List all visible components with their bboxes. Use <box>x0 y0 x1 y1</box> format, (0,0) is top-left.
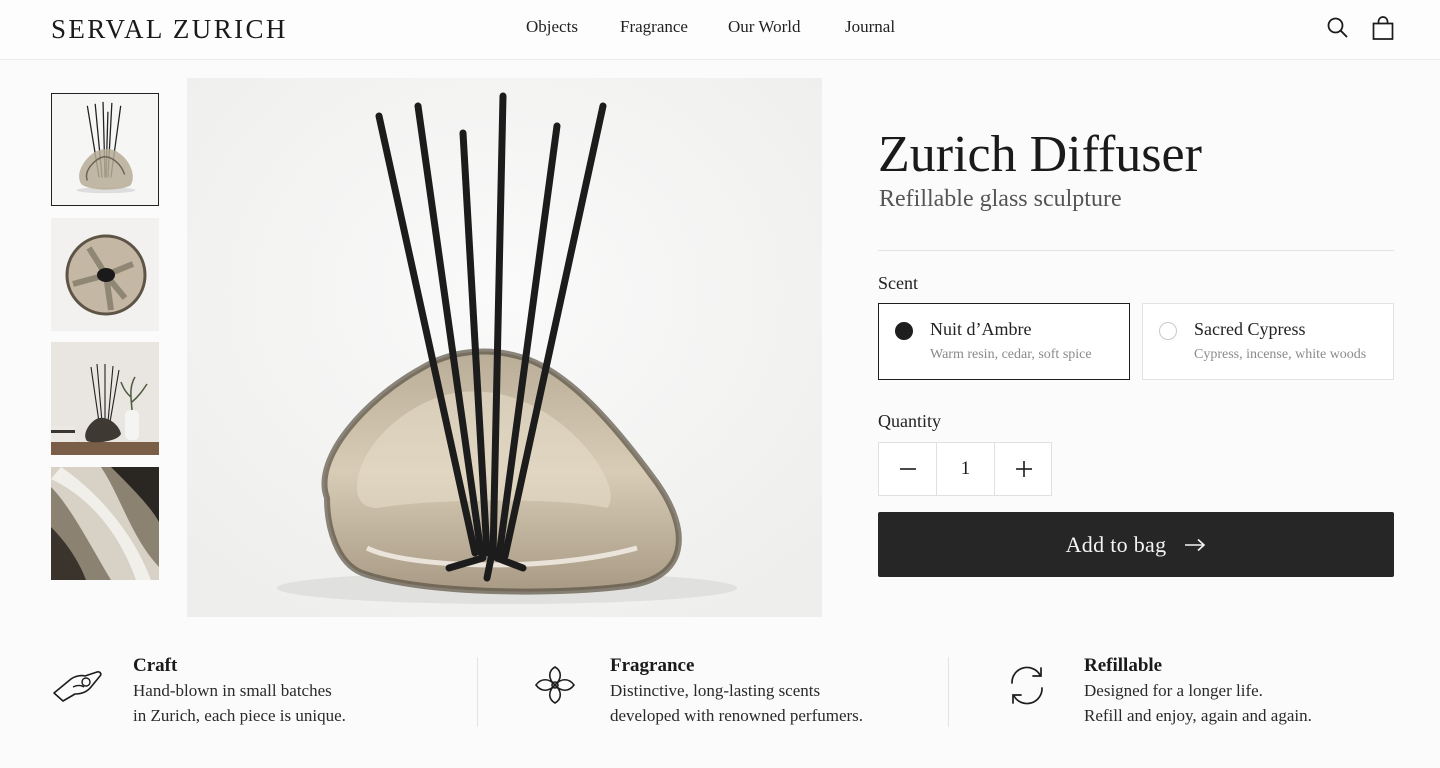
feature-line: Refill and enjoy, again and again. <box>1084 706 1312 725</box>
nav-our-world[interactable]: Our World <box>728 17 800 37</box>
arrow-right-icon <box>1185 538 1206 551</box>
divider <box>878 250 1394 251</box>
increase-quantity-button[interactable] <box>995 443 1052 495</box>
thumbnail-in-room[interactable] <box>51 342 159 455</box>
radio-unselected-icon <box>1159 322 1177 340</box>
flower-icon <box>535 666 575 704</box>
nav-objects[interactable]: Objects <box>526 17 578 37</box>
add-to-bag-button[interactable]: Add to bag <box>878 512 1394 577</box>
radio-selected-icon <box>895 322 913 340</box>
divider <box>948 657 949 727</box>
quantity-label: Quantity <box>878 411 941 431</box>
site-header: SERVAL ZURICH Objects Fragrance Our Worl… <box>0 0 1440 60</box>
add-to-bag-label: Add to bag <box>1065 531 1167 557</box>
feature-line: developed with renowned perfumers. <box>610 706 864 725</box>
feature-title: Craft <box>133 655 178 676</box>
scent-option-sacred-cypress[interactable]: Sacred Cypress Cypress, incense, white w… <box>1142 303 1394 380</box>
scent-notes: Cypress, incense, white woods <box>1194 347 1367 362</box>
scent-label: Scent <box>878 273 918 293</box>
hand-craft-icon <box>53 671 102 702</box>
scent-notes: Warm resin, cedar, soft spice <box>930 347 1092 362</box>
refill-cycle-icon <box>1011 666 1043 705</box>
feature-title: Fragrance <box>610 655 695 676</box>
product-subtitle: Refillable glass sculpture <box>879 186 1122 212</box>
feature-line: in Zurich, each piece is unique. <box>133 706 346 725</box>
nav-fragrance[interactable]: Fragrance <box>620 17 688 37</box>
thumbnail-top-view[interactable] <box>51 218 159 331</box>
thumbnail-front-view[interactable] <box>51 93 159 206</box>
scent-name: Sacred Cypress <box>1194 319 1306 339</box>
feature-title: Refillable <box>1084 655 1163 676</box>
product-main-image <box>187 78 822 617</box>
quantity-value[interactable]: 1 <box>936 443 995 495</box>
feature-line: Hand-blown in small batches <box>133 681 332 700</box>
plus-icon <box>1015 461 1032 477</box>
decrease-quantity-button[interactable] <box>879 443 936 495</box>
minus-icon <box>899 468 916 470</box>
product-title: Zurich Diffuser <box>878 126 1202 183</box>
scent-name: Nuit d’Ambre <box>930 319 1032 339</box>
quantity-stepper: 1 <box>878 442 1052 496</box>
scent-option-nuit-dambre[interactable]: Nuit d’Ambre Warm resin, cedar, soft spi… <box>878 303 1130 380</box>
feature-line: Designed for a longer life. <box>1084 681 1263 700</box>
divider <box>477 657 478 727</box>
search-icon[interactable] <box>1324 14 1352 42</box>
nav-journal[interactable]: Journal <box>845 17 895 37</box>
thumbnail-glass-detail[interactable] <box>51 467 159 580</box>
main-nav: Objects Fragrance Our World Journal <box>0 17 1440 37</box>
shopping-bag-icon[interactable] <box>1369 14 1397 42</box>
feature-line: Distinctive, long-lasting scents <box>610 681 821 700</box>
